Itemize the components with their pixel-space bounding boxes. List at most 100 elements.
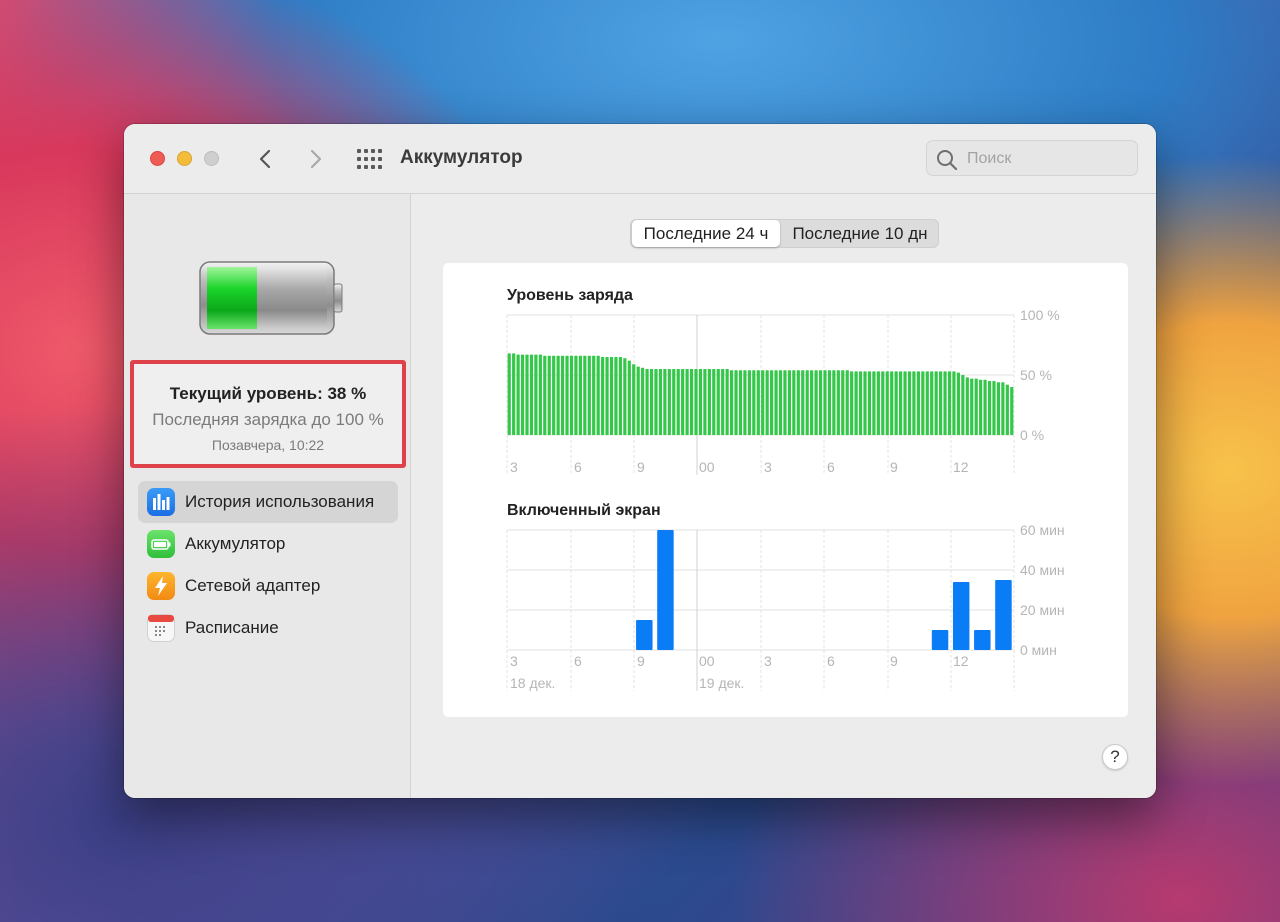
data-bar: [574, 355, 578, 435]
back-button[interactable]: [254, 146, 278, 172]
data-bar: [992, 381, 996, 435]
sidebar-item-battery[interactable]: Аккумулятор: [138, 523, 398, 565]
minimize-button[interactable]: [177, 151, 192, 166]
data-bar: [636, 366, 640, 435]
data-bar: [657, 530, 674, 650]
data-bar: [996, 382, 1001, 435]
data-bar: [556, 355, 560, 435]
data-bar: [943, 371, 947, 435]
battery-preferences-window: Аккумулятор Поиск Текущий уровень: 38 % …: [124, 124, 1156, 798]
data-bar: [721, 369, 725, 435]
data-bar: [614, 357, 618, 435]
data-bar: [956, 372, 961, 435]
data-bar: [734, 370, 738, 435]
usage-history-icon: [147, 488, 175, 516]
data-bar: [565, 355, 569, 435]
data-bar: [672, 369, 676, 435]
help-button[interactable]: ?: [1102, 744, 1128, 770]
data-bar: [814, 370, 818, 435]
data-bar: [685, 369, 689, 435]
data-bar: [850, 371, 854, 435]
power-adapter-icon: [147, 572, 175, 600]
data-bar: [1005, 384, 1009, 435]
data-bar: [627, 360, 631, 435]
data-bar: [543, 355, 547, 435]
usage-charts: 100 %50 %0 %3 6 9 00 3 6 9 1260 мин40 мин20 мин…: [506, 307, 1065, 691]
schedule-icon: [147, 614, 175, 642]
data-bar: [974, 630, 991, 650]
data-bar: [939, 371, 943, 435]
data-bar: [747, 370, 751, 435]
last-charge-time: Позавчера, 10:22: [211, 437, 325, 453]
data-bar: [841, 370, 845, 435]
x-tick-label: 3: [764, 459, 772, 475]
zoom-button[interactable]: [204, 151, 219, 166]
tab-last-24h[interactable]: Последние 24 ч: [632, 220, 780, 247]
data-bar: [863, 371, 867, 435]
chevron-right-icon: [310, 149, 322, 169]
data-bar: [979, 379, 983, 435]
search-field[interactable]: Поиск: [926, 140, 1138, 176]
data-bar: [752, 370, 756, 435]
data-bar: [903, 371, 907, 435]
data-bar: [605, 357, 609, 435]
data-bar: [836, 370, 840, 435]
data-bar: [667, 369, 671, 435]
period-segmented-control: Последние 24 ч Последние 10 дн: [630, 219, 939, 248]
data-bar: [832, 370, 836, 435]
y-tick-label: 0 мин: [1020, 642, 1057, 658]
data-bar: [885, 371, 889, 435]
data-bar: [965, 377, 969, 435]
data-bar: [818, 370, 823, 435]
data-bar: [872, 371, 876, 435]
data-bar: [654, 369, 658, 435]
sidebar-item-usage-history[interactable]: История использования: [138, 481, 398, 523]
data-bar: [729, 370, 734, 435]
current-level-text: Текущий уровень: 38 %: [169, 384, 367, 403]
close-button[interactable]: [150, 151, 165, 166]
data-bar: [1001, 382, 1005, 435]
data-bar: [618, 357, 623, 435]
x-tick-label: 3: [510, 459, 518, 475]
search-icon: [937, 150, 958, 171]
date-label: 19 дек.: [699, 675, 744, 691]
data-bar: [583, 355, 587, 435]
data-bar: [792, 370, 796, 435]
data-bar: [898, 371, 903, 435]
data-bar: [560, 355, 565, 435]
data-bar: [525, 354, 529, 435]
data-bar: [876, 371, 880, 435]
y-tick-label: 100 %: [1020, 307, 1060, 323]
data-bar: [641, 367, 645, 435]
data-bar: [995, 580, 1012, 650]
y-tick-label: 0 %: [1020, 427, 1044, 443]
x-tick-label: 6: [827, 653, 835, 669]
data-bar: [712, 369, 716, 435]
data-bar: [529, 354, 534, 435]
x-tick-label: 9: [890, 459, 898, 475]
data-bar: [698, 369, 703, 435]
data-bar: [907, 371, 912, 435]
y-tick-label: 20 мин: [1020, 602, 1065, 618]
data-bar: [592, 355, 596, 435]
x-tick-label: 12: [953, 653, 969, 669]
data-bar: [952, 582, 970, 650]
data-bar: [649, 369, 654, 435]
data-bar: [827, 370, 832, 435]
data-bar: [596, 355, 600, 435]
data-bar: [703, 369, 707, 435]
x-tick-label: 12: [953, 459, 969, 475]
show-all-button[interactable]: [356, 148, 382, 170]
data-bar: [854, 371, 858, 435]
sidebar-item-schedule[interactable]: Расписание: [138, 607, 398, 649]
data-bar: [761, 370, 765, 435]
forward-button[interactable]: [303, 146, 327, 172]
data-bar: [925, 371, 929, 435]
tab-last-10d[interactable]: Последние 10 дн: [782, 220, 938, 247]
data-bar: [663, 369, 667, 435]
sidebar-item-label: Аккумулятор: [185, 534, 286, 553]
sidebar-item-power-adapter[interactable]: Сетевой адаптер: [138, 565, 398, 607]
data-bar: [578, 355, 582, 435]
charts-panel: Уровень заряда Включенный экран 100 % 50 …: [443, 263, 1128, 717]
last-charge-text: Последняя зарядка до 100 %: [152, 410, 384, 429]
